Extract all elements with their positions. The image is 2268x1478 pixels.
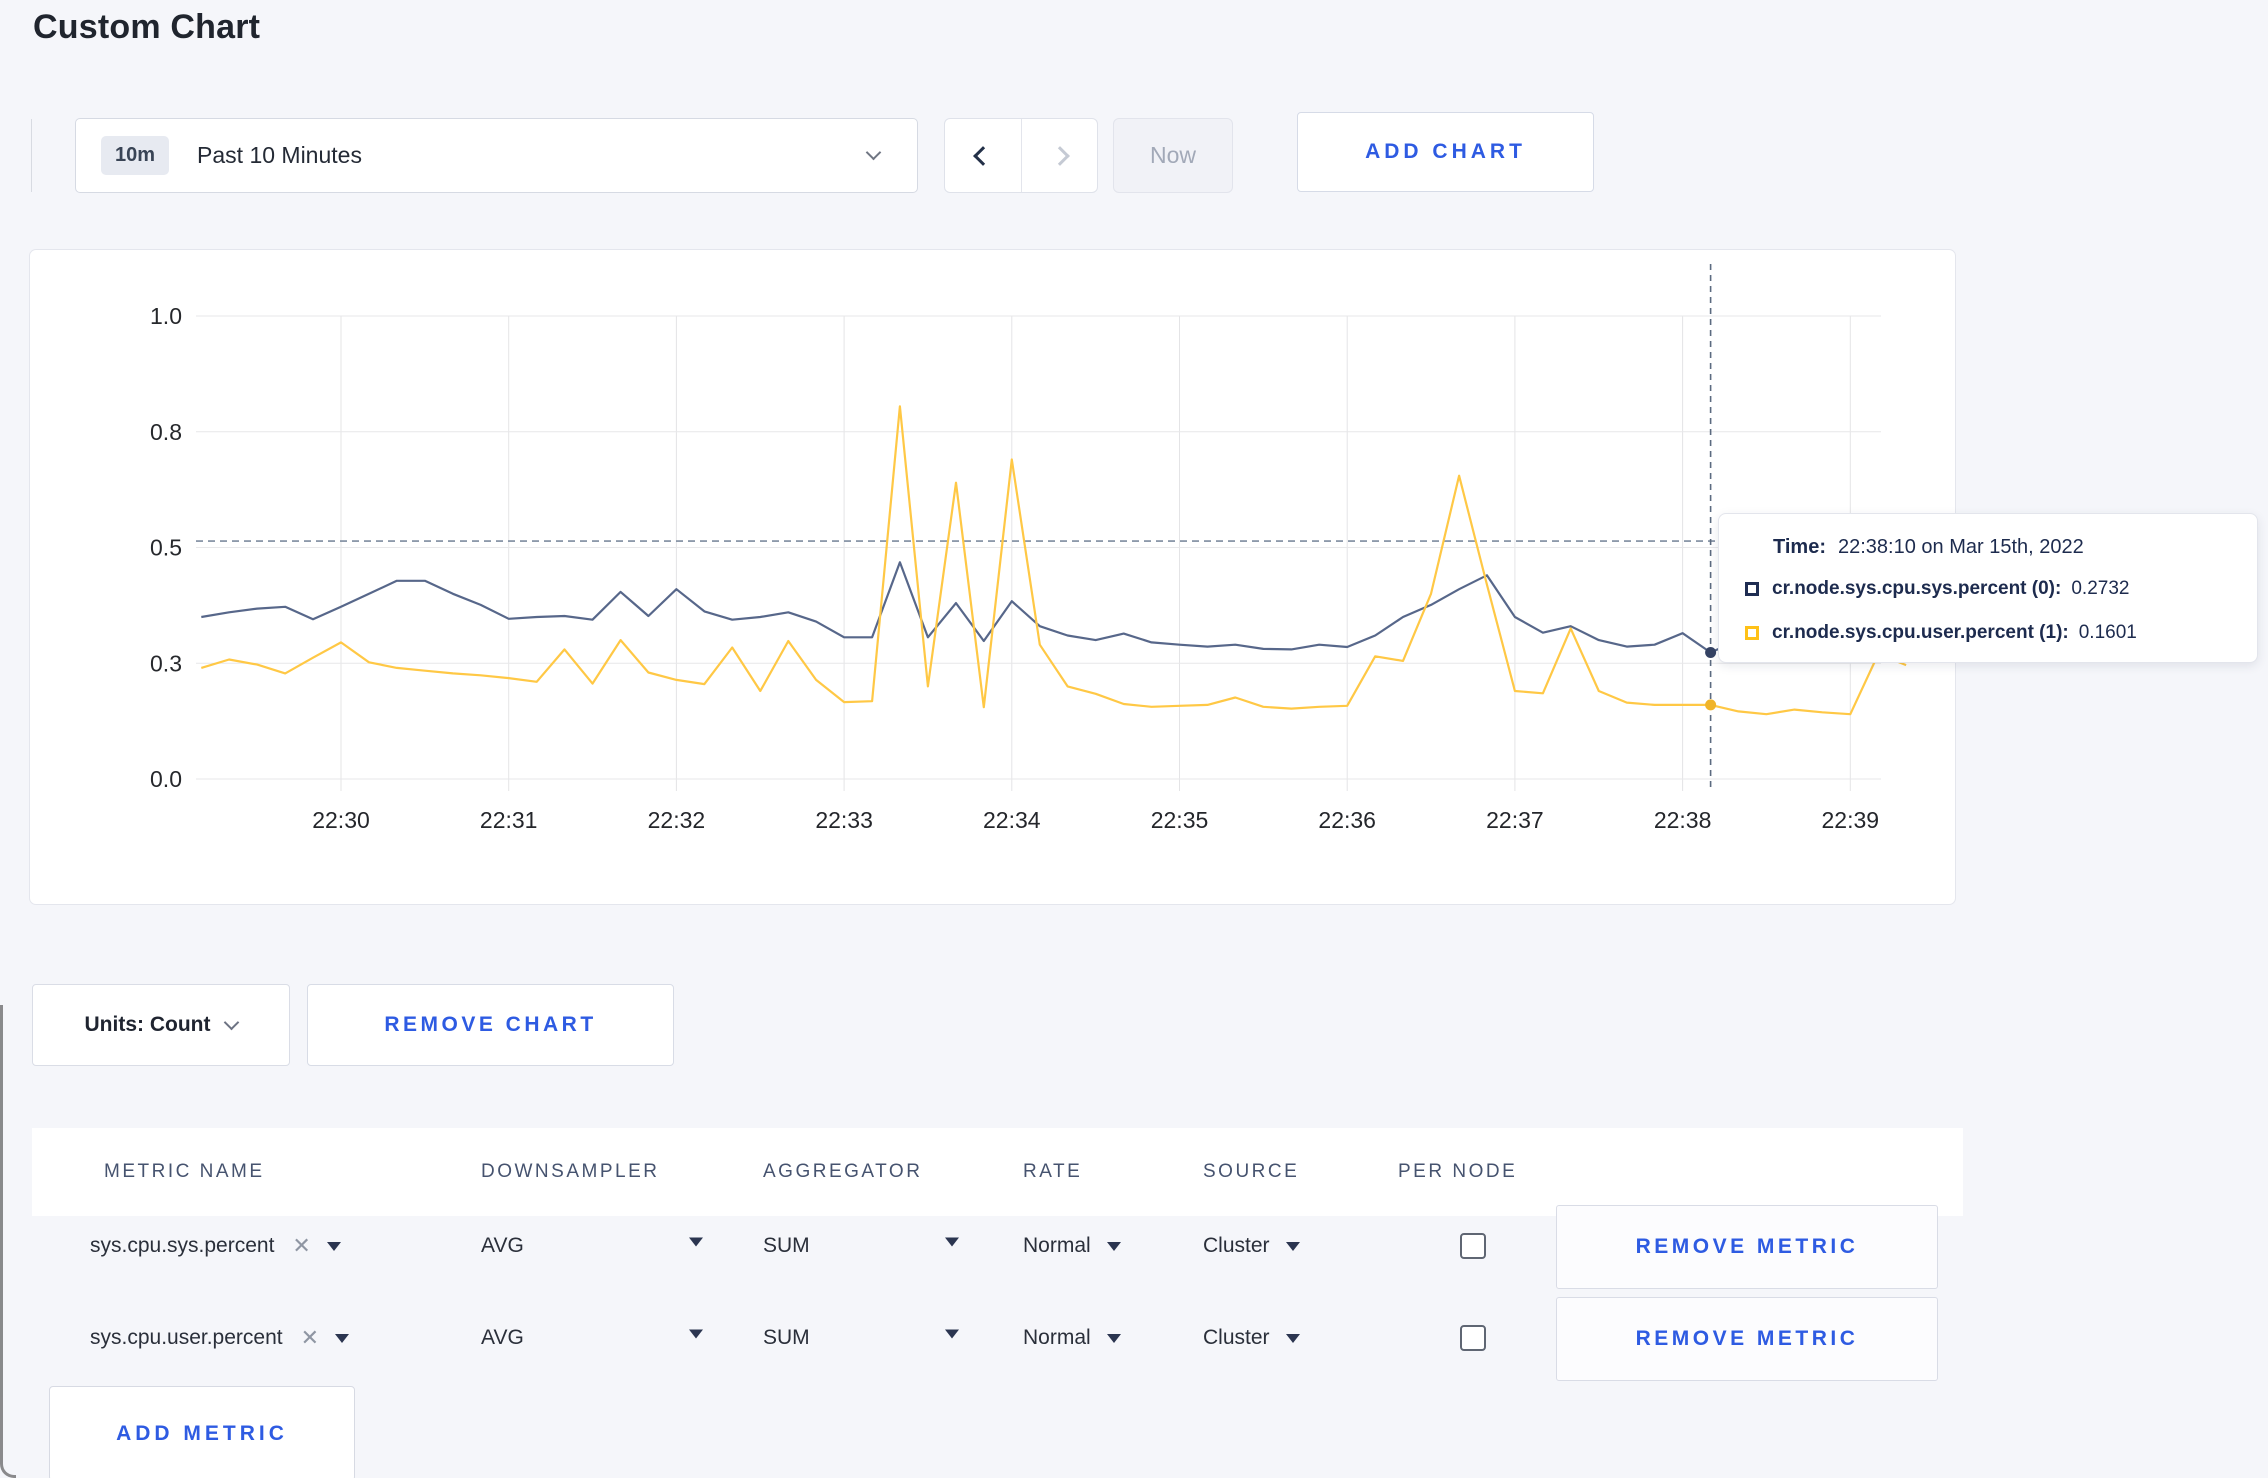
- chevron-right-icon: [1049, 145, 1070, 166]
- remove-metric-label: REMOVE METRIC: [1635, 1235, 1859, 1258]
- chevron-left-icon: [973, 145, 993, 166]
- add-metric-label: ADD METRIC: [116, 1421, 288, 1445]
- time-back-button[interactable]: [945, 119, 1021, 192]
- remove-chart-label: REMOVE CHART: [384, 1013, 597, 1036]
- dropdown-arrow-icon[interactable]: [335, 1333, 350, 1343]
- svg-text:22:38: 22:38: [1654, 807, 1712, 833]
- time-forward-button[interactable]: [1021, 119, 1097, 192]
- column-header-per-node: PER NODE: [1398, 1161, 1518, 1182]
- source-select[interactable]: Cluster: [1203, 1326, 1300, 1350]
- dropdown-arrow-icon[interactable]: [689, 1237, 703, 1247]
- column-header-downsampler: DOWNSAMPLER: [481, 1161, 660, 1182]
- now-button[interactable]: Now: [1113, 118, 1233, 193]
- source-select[interactable]: Cluster: [1203, 1234, 1300, 1258]
- rate-select[interactable]: Normal: [1023, 1234, 1121, 1258]
- per-node-checkbox[interactable]: [1460, 1325, 1486, 1351]
- dropdown-arrow-icon[interactable]: [945, 1237, 959, 1247]
- clear-metric-icon[interactable]: ✕: [301, 1325, 319, 1351]
- downsampler-value: AVG: [481, 1234, 524, 1257]
- column-header-aggregator: AGGREGATOR: [763, 1161, 923, 1182]
- svg-text:1.0: 1.0: [150, 303, 182, 329]
- dropdown-arrow-icon: [1285, 1241, 1300, 1251]
- svg-text:0.5: 0.5: [150, 535, 182, 561]
- svg-text:0.3: 0.3: [150, 650, 182, 676]
- svg-text:22:34: 22:34: [983, 807, 1041, 833]
- svg-text:22:36: 22:36: [1318, 807, 1376, 833]
- units-select[interactable]: Units: Count: [32, 984, 290, 1066]
- svg-text:22:35: 22:35: [1151, 807, 1209, 833]
- svg-text:22:30: 22:30: [312, 807, 370, 833]
- table-row: sys.cpu.user.percent ✕ AVG SUM Normal Cl…: [32, 1292, 1963, 1384]
- column-header-source: SOURCE: [1203, 1161, 1300, 1182]
- tooltip-entry: cr.node.sys.cpu.user.percent (1): 0.1601: [1745, 622, 2137, 644]
- rate-value: Normal: [1023, 1326, 1091, 1349]
- aggregator-value: SUM: [763, 1326, 810, 1349]
- clear-metric-icon[interactable]: ✕: [292, 1233, 310, 1259]
- chevron-down-icon: [224, 1014, 240, 1030]
- remove-chart-button[interactable]: REMOVE CHART: [307, 984, 674, 1066]
- tooltip-time-value: 22:38:10 on Mar 15th, 2022: [1837, 536, 2084, 558]
- tooltip-time-label: Time:: [1773, 536, 1826, 558]
- page-title: Custom Chart: [33, 8, 261, 46]
- metric-name-select[interactable]: sys.cpu.sys.percent ✕: [90, 1233, 341, 1259]
- remove-metric-button[interactable]: REMOVE METRIC: [1556, 1297, 1938, 1381]
- tooltip-series-value: 0.1601: [2078, 622, 2137, 643]
- dropdown-arrow-icon: [1285, 1333, 1300, 1343]
- tooltip-series-name: cr.node.sys.cpu.user.percent (1):: [1772, 622, 2069, 643]
- remove-metric-label: REMOVE METRIC: [1635, 1327, 1859, 1350]
- time-nav-group: [944, 118, 1098, 193]
- aggregator-value: SUM: [763, 1234, 810, 1257]
- downsampler-value: AVG: [481, 1326, 524, 1349]
- dropdown-arrow-icon: [1106, 1241, 1121, 1251]
- svg-text:0.0: 0.0: [150, 766, 182, 792]
- rate-value: Normal: [1023, 1234, 1091, 1257]
- rate-select[interactable]: Normal: [1023, 1326, 1121, 1350]
- source-value: Cluster: [1203, 1326, 1270, 1349]
- add-chart-label: ADD CHART: [1365, 140, 1526, 163]
- chevron-down-icon: [865, 144, 882, 161]
- time-range-label: Past 10 Minutes: [197, 142, 362, 168]
- units-label: Units: Count: [84, 1013, 211, 1036]
- aggregator-select[interactable]: SUM: [763, 1326, 810, 1350]
- chart-card[interactable]: 22:30 22:31 22:32 22:33 22:34 22:35 22:36 22:37…: [29, 249, 1956, 905]
- metric-name-select[interactable]: sys.cpu.user.percent ✕: [90, 1325, 350, 1351]
- tooltip-series-name: cr.node.sys.cpu.sys.percent (0):: [1772, 578, 2062, 599]
- window-edge: [0, 1005, 16, 1478]
- downsampler-select[interactable]: AVG: [481, 1326, 524, 1350]
- dropdown-arrow-icon: [1106, 1333, 1121, 1343]
- metric-name: sys.cpu.user.percent: [90, 1326, 283, 1349]
- time-range-select[interactable]: 10m Past 10 Minutes: [75, 118, 918, 193]
- remove-metric-button[interactable]: REMOVE METRIC: [1556, 1205, 1938, 1289]
- svg-text:22:31: 22:31: [480, 807, 538, 833]
- chart-tooltip: Time: 22:38:10 on Mar 15th, 2022 cr.node.…: [1718, 513, 2258, 663]
- dropdown-arrow-icon[interactable]: [689, 1329, 703, 1339]
- dropdown-arrow-icon[interactable]: [326, 1241, 341, 1251]
- tooltip-series-value: 0.2732: [2071, 578, 2130, 599]
- metric-name: sys.cpu.sys.percent: [90, 1234, 275, 1257]
- svg-text:22:32: 22:32: [648, 807, 706, 833]
- toolbar-divider: [31, 119, 32, 192]
- dropdown-arrow-icon[interactable]: [945, 1329, 959, 1339]
- svg-text:22:37: 22:37: [1486, 807, 1544, 833]
- downsampler-select[interactable]: AVG: [481, 1234, 524, 1258]
- column-header-rate: RATE: [1023, 1161, 1083, 1182]
- tooltip-time: Time: 22:38:10 on Mar 15th, 2022: [1773, 536, 2084, 559]
- add-chart-button[interactable]: ADD CHART: [1297, 112, 1594, 192]
- series-swatch-icon: [1745, 582, 1759, 596]
- line-chart[interactable]: 22:30 22:31 22:32 22:33 22:34 22:35 22:36 22:37…: [30, 250, 1955, 904]
- aggregator-select[interactable]: SUM: [763, 1234, 810, 1258]
- time-range-badge: 10m: [101, 136, 170, 175]
- svg-text:22:33: 22:33: [815, 807, 873, 833]
- svg-text:0.8: 0.8: [150, 419, 182, 445]
- per-node-checkbox[interactable]: [1460, 1233, 1486, 1259]
- column-header-metric-name: METRIC NAME: [104, 1161, 265, 1182]
- source-value: Cluster: [1203, 1234, 1270, 1257]
- series-swatch-icon: [1745, 626, 1759, 640]
- tooltip-entry: cr.node.sys.cpu.sys.percent (0): 0.2732: [1745, 578, 2129, 600]
- table-row: sys.cpu.sys.percent ✕ AVG SUM Normal Clu…: [32, 1200, 1963, 1292]
- add-metric-button[interactable]: ADD METRIC: [49, 1386, 355, 1478]
- svg-text:22:39: 22:39: [1822, 807, 1880, 833]
